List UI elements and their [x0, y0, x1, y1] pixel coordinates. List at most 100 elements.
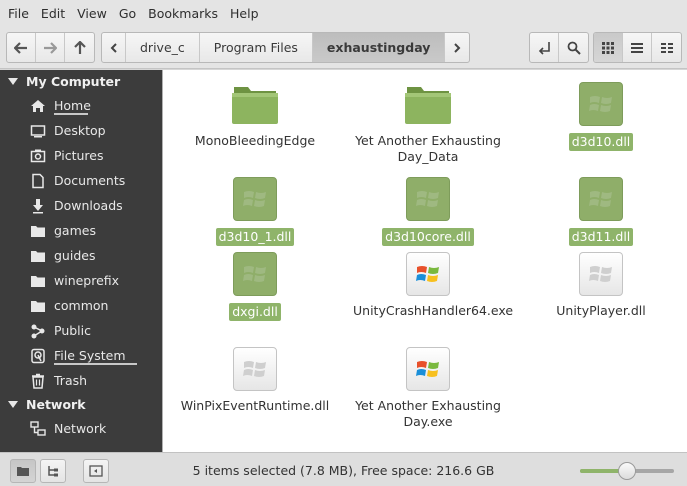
dll-file-icon [579, 177, 623, 221]
dll-file-icon [233, 177, 277, 221]
file-name: d3d10.dll [568, 133, 634, 151]
zoom-slider[interactable] [580, 462, 674, 480]
menu-bookmarks[interactable]: Bookmarks [142, 0, 224, 27]
status-bar: 5 items selected (7.8 MB), Free space: 2… [0, 452, 687, 486]
list-icon [631, 42, 643, 53]
sidebar-item-file-system[interactable]: File System [0, 343, 162, 368]
breadcrumb-item[interactable]: Program Files [200, 33, 313, 62]
network-icon [30, 420, 46, 436]
menu-go[interactable]: Go [113, 0, 142, 27]
section-expander [8, 400, 18, 409]
share-icon [31, 324, 45, 338]
breadcrumb-scroll-right[interactable] [445, 33, 469, 62]
sidebar-item-icon [30, 298, 46, 314]
sidebar-item-label: Trash [54, 373, 88, 388]
file-icon-wrap [231, 250, 279, 298]
home-icon [31, 99, 45, 112]
file-grid[interactable]: MonoBleedingEdge Yet Another Exhausting D… [162, 70, 687, 452]
file-icon-wrap [577, 80, 625, 128]
toggle-sidebar-button[interactable] [83, 459, 109, 483]
up-button[interactable] [65, 33, 94, 62]
dll-file-icon [579, 252, 623, 296]
sidebar-item-label: Documents [54, 173, 126, 188]
file-item-dxgi-dll[interactable]: dxgi.dll [165, 250, 345, 321]
breadcrumb: drive_c Program Files exhaustingday [101, 32, 471, 63]
folder-icon [31, 225, 45, 237]
menu-help[interactable]: Help [224, 0, 265, 27]
menu-edit[interactable]: Edit [35, 0, 71, 27]
list-view-button[interactable] [623, 33, 652, 62]
toggle-location-button[interactable] [530, 33, 559, 62]
file-icon-wrap [404, 250, 452, 298]
icon-view-button[interactable] [594, 33, 623, 62]
menu-file[interactable]: File [2, 0, 35, 27]
sidebar-item-label: common [54, 298, 109, 313]
sidebar-item-public[interactable]: Public [0, 318, 162, 343]
breadcrumb-scroll-left[interactable] [102, 33, 126, 62]
menu-bar: File Edit View Go Bookmarks Help [0, 0, 687, 27]
sidebar-item-label: Network [54, 421, 107, 436]
executable-icon [406, 347, 450, 391]
sidebar-item-guides[interactable]: guides [0, 243, 162, 268]
file-item-d3d10-dll[interactable]: d3d10.dll [511, 80, 687, 151]
arrow-right-icon [44, 41, 57, 54]
windows-logo-icon [589, 96, 612, 112]
dll-file-icon [233, 347, 277, 391]
file-item-unityplayer-dll[interactable]: UnityPlayer.dll [511, 250, 687, 319]
windows-logo-icon [243, 361, 266, 377]
file-item-yet-another-exhausting-day-exe[interactable]: Yet Another Exhausting Day.exe [338, 345, 518, 430]
zoom-slider-handle[interactable] [618, 462, 636, 480]
file-name: MonoBleedingEdge [194, 133, 316, 148]
file-icon-wrap [577, 250, 625, 298]
file-item-unitycrashhandler64-exe[interactable]: UnityCrashHandler64.exe [338, 250, 518, 319]
sidebar-item-label: games [54, 223, 96, 238]
sidebar-item-wineprefix[interactable]: wineprefix [0, 268, 162, 293]
forward-button[interactable] [36, 33, 65, 62]
sidebar-item-icon [30, 420, 46, 437]
compact-view-button[interactable] [652, 33, 681, 62]
file-item-d3d10-1-dll[interactable]: d3d10_1.dll [165, 175, 345, 246]
file-item-d3d10core-dll[interactable]: d3d10core.dll [338, 175, 518, 246]
sidebar-item-label: Public [54, 323, 91, 338]
sidebar-item-desktop[interactable]: Desktop [0, 118, 162, 143]
folder-icon [31, 275, 45, 287]
show-places-button[interactable] [10, 459, 36, 483]
sidebar-item-home[interactable]: Home [0, 93, 162, 118]
location-entry-icon [538, 41, 550, 55]
sidebar-item-icon [30, 223, 46, 239]
sidebar-section-network[interactable]: Network [0, 393, 162, 416]
sidebar-item-network[interactable]: Network [0, 416, 162, 441]
file-item-monobleedingedge[interactable]: MonoBleedingEdge [165, 80, 345, 149]
show-tree-button[interactable] [40, 459, 66, 483]
arrow-left-icon [14, 41, 27, 54]
sidebar-item-label: File System [54, 348, 126, 363]
sidebar-item-pictures[interactable]: Pictures [0, 143, 162, 168]
sidebar-item-downloads[interactable]: Downloads [0, 193, 162, 218]
file-item-yet-another-exhausting-day-data[interactable]: Yet Another Exhausting Day_Data [338, 80, 518, 165]
sidebar-item-games[interactable]: games [0, 218, 162, 243]
sidebar-section-title: Network [26, 397, 86, 412]
breadcrumb-item[interactable]: exhaustingday [312, 33, 446, 62]
dll-file-icon [406, 177, 450, 221]
sidebar-item-icon [30, 348, 46, 364]
toolbar: drive_c Program Files exhaustingday [0, 27, 687, 69]
file-icon-wrap [231, 345, 279, 393]
tree-icon [48, 466, 58, 477]
breadcrumb-item[interactable]: drive_c [126, 33, 200, 62]
sidebar-item-documents[interactable]: Documents [0, 168, 162, 193]
file-item-d3d11-dll[interactable]: d3d11.dll [511, 175, 687, 246]
pictures-icon [30, 149, 46, 162]
menu-view[interactable]: View [71, 0, 113, 27]
sidebar-section-my-computer[interactable]: My Computer [0, 70, 162, 93]
file-item-winpixeventruntime-dll[interactable]: WinPixEventRuntime.dll [165, 345, 345, 414]
search-button[interactable] [559, 33, 588, 62]
sidebar-item-icon [30, 323, 46, 339]
file-icon-wrap [404, 345, 452, 393]
sidebar-item-icon [30, 98, 46, 114]
sidebar-item-common[interactable]: common [0, 293, 162, 318]
chevron-left-icon [110, 42, 117, 53]
back-button[interactable] [7, 33, 36, 62]
sidebar-item-icon [30, 273, 46, 289]
sidebar-item-trash[interactable]: Trash [0, 368, 162, 393]
windows-logo-icon [416, 361, 439, 377]
